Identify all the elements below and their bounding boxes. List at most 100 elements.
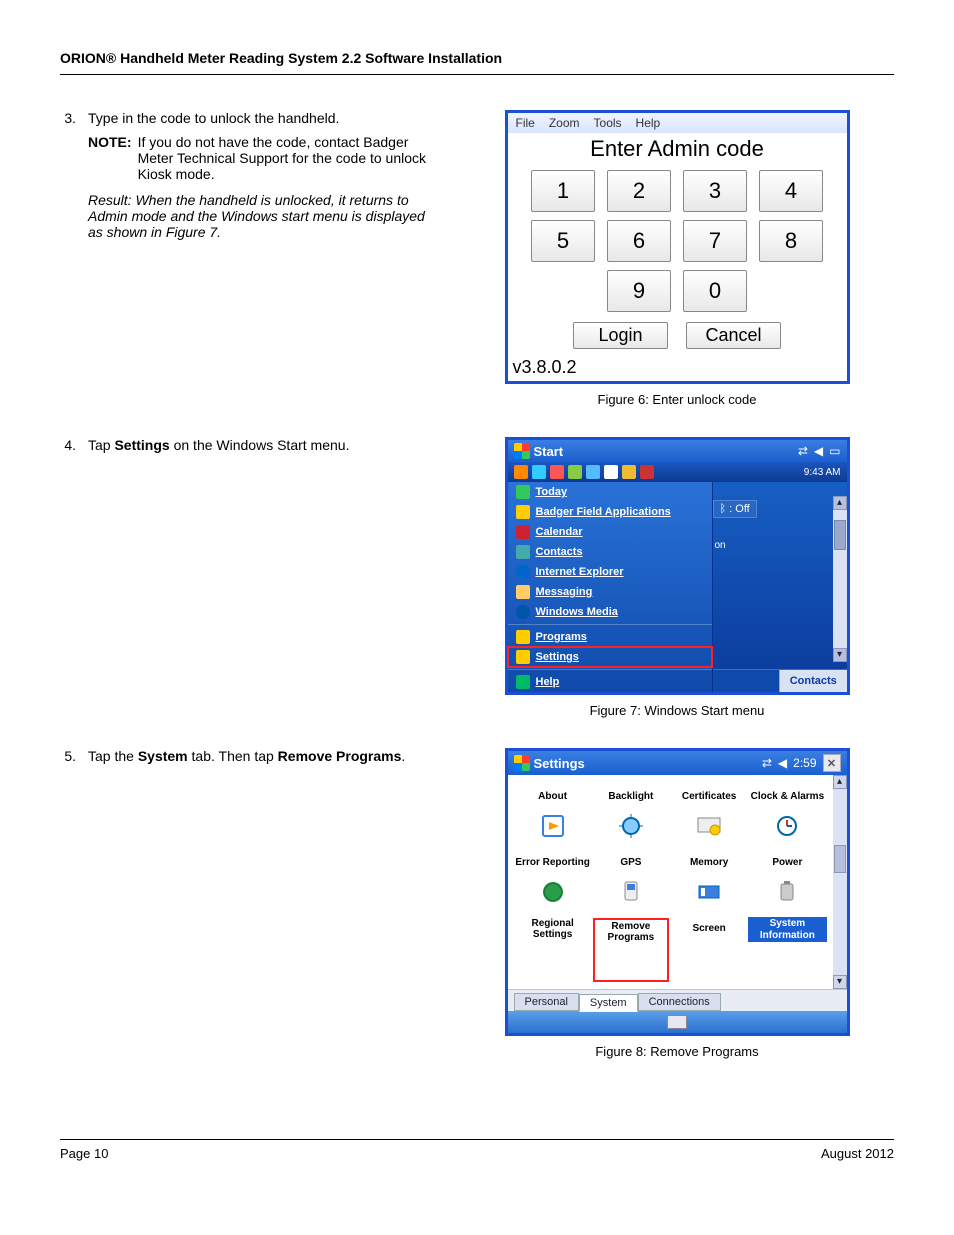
menu-messaging[interactable]: Messaging (508, 582, 712, 602)
key-1[interactable]: 1 (531, 170, 595, 212)
settings-backlight[interactable]: Backlight (592, 785, 670, 845)
tray-icon[interactable] (550, 465, 564, 479)
windows-flag-icon[interactable] (514, 443, 530, 459)
scrollbar[interactable]: ▴ ▾ (833, 496, 847, 662)
scroll-thumb[interactable] (834, 520, 846, 550)
menubar: File Zoom Tools Help (508, 113, 847, 133)
tray-icon[interactable] (640, 465, 654, 479)
scroll-down-icon[interactable]: ▾ (833, 975, 847, 989)
ie-icon (516, 565, 530, 579)
key-3[interactable]: 3 (683, 170, 747, 212)
step-5-text-c: . (401, 748, 405, 764)
tray-icon[interactable] (568, 465, 582, 479)
menu-help[interactable]: Help (636, 116, 661, 130)
connectivity-icon[interactable]: ⇄ (798, 444, 808, 458)
menu-contacts[interactable]: Contacts (508, 542, 712, 562)
admin-title: Enter Admin code (508, 133, 847, 167)
windows-flag-icon[interactable] (514, 755, 530, 771)
menu-programs[interactable]: Programs (508, 624, 712, 647)
figure-6-caption: Figure 6: Enter unlock code (598, 392, 757, 407)
tab-connections[interactable]: Connections (638, 993, 721, 1011)
key-4[interactable]: 4 (759, 170, 823, 212)
note-body: If you do not have the code, contact Bad… (138, 134, 440, 182)
step-3-result: Result: When the handheld is unlocked, i… (88, 192, 440, 240)
settings-clock-alarms[interactable]: Clock & Alarms (748, 785, 826, 845)
step-4-text-a: Tap (88, 437, 114, 453)
key-2[interactable]: 2 (607, 170, 671, 212)
volume-icon[interactable]: ◀ (778, 756, 787, 770)
keyboard-icon[interactable] (667, 1015, 687, 1029)
settings-memory[interactable]: Memory (670, 851, 748, 911)
tab-system[interactable]: System (579, 994, 638, 1012)
softkey-left[interactable] (713, 670, 780, 692)
menu-file[interactable]: File (516, 116, 535, 130)
bluetooth-status: ᛒ : Off (713, 500, 757, 518)
key-6[interactable]: 6 (607, 220, 671, 262)
settings-remove-programs[interactable]: Remove Programs (592, 917, 670, 983)
menu-calendar[interactable]: Calendar (508, 522, 712, 542)
key-5[interactable]: 5 (531, 220, 595, 262)
scroll-down-icon[interactable]: ▾ (833, 648, 847, 662)
battery-icon[interactable]: ▭ (829, 444, 840, 458)
key-0[interactable]: 0 (683, 270, 747, 312)
version-label: v3.8.0.2 (508, 357, 847, 381)
softkey-contacts[interactable]: Contacts (779, 670, 847, 692)
sip-bar (508, 1011, 847, 1033)
scroll-thumb[interactable] (834, 845, 846, 873)
menu-windows-media[interactable]: Windows Media (508, 602, 712, 622)
figure-7-caption: Figure 7: Windows Start menu (590, 703, 765, 718)
scroll-up-icon[interactable]: ▴ (833, 775, 847, 789)
page-header: ORION® Handheld Meter Reading System 2.2… (60, 50, 894, 75)
folder-icon (516, 505, 530, 519)
settings-gps[interactable]: GPS (592, 851, 670, 911)
settings-screen[interactable]: Screen (670, 917, 748, 983)
windows-media-icon (516, 605, 530, 619)
login-button[interactable]: Login (573, 322, 668, 349)
tab-personal[interactable]: Personal (514, 993, 579, 1011)
on-label: on (715, 540, 726, 551)
volume-icon[interactable]: ◀ (814, 444, 823, 458)
tray-icon[interactable] (532, 465, 546, 479)
figure-8-device: Settings ⇄ ◀ 2:59 ✕ About Backlight Cert… (505, 748, 850, 1036)
settings-about[interactable]: About (514, 785, 592, 845)
tray-icon[interactable] (622, 465, 636, 479)
contacts-icon (516, 545, 530, 559)
scroll-up-icon[interactable]: ▴ (833, 496, 847, 510)
menu-today[interactable]: Today (508, 482, 712, 502)
scrollbar[interactable]: ▴ ▾ (833, 775, 847, 989)
start-label[interactable]: Start (534, 444, 564, 459)
step-3-number: 3. (60, 110, 88, 240)
menu-tools[interactable]: Tools (594, 116, 622, 130)
cancel-button[interactable]: Cancel (686, 322, 781, 349)
programs-icon (516, 630, 530, 644)
settings-icon (516, 650, 530, 664)
connectivity-icon[interactable]: ⇄ (762, 756, 772, 770)
menu-ie[interactable]: Internet Explorer (508, 562, 712, 582)
menu-help[interactable]: Help (508, 669, 712, 692)
settings-error-reporting[interactable]: Error Reporting (514, 851, 592, 911)
settings-system-info[interactable]: System Information (748, 917, 826, 983)
settings-title: Settings (534, 756, 585, 771)
close-icon[interactable]: ✕ (823, 754, 841, 772)
figure-7-device: Start ⇄ ◀ ▭ 9:43 AM (505, 437, 850, 695)
today-icon (516, 485, 530, 499)
figure-8-caption: Figure 8: Remove Programs (595, 1044, 758, 1059)
key-9[interactable]: 9 (607, 270, 671, 312)
step-4-number: 4. (60, 437, 88, 453)
step-5-text-b: tab. Then tap (188, 748, 278, 764)
menu-settings[interactable]: Settings (508, 647, 712, 667)
clock-label: 9:43 AM (804, 467, 841, 478)
tray-icon[interactable] (604, 465, 618, 479)
menu-zoom[interactable]: Zoom (549, 116, 580, 130)
tray-icon[interactable] (586, 465, 600, 479)
tray-icon[interactable] (514, 465, 528, 479)
key-8[interactable]: 8 (759, 220, 823, 262)
settings-regional[interactable]: Regional Settings (514, 917, 592, 983)
key-7[interactable]: 7 (683, 220, 747, 262)
menu-badger[interactable]: Badger Field Applications (508, 502, 712, 522)
start-menu: Today Badger Field Applications Calendar… (508, 482, 713, 692)
step-5-bold-b: Remove Programs (278, 748, 402, 764)
settings-power[interactable]: Power (748, 851, 826, 911)
page-date: August 2012 (821, 1146, 894, 1161)
settings-certificates[interactable]: Certificates (670, 785, 748, 845)
